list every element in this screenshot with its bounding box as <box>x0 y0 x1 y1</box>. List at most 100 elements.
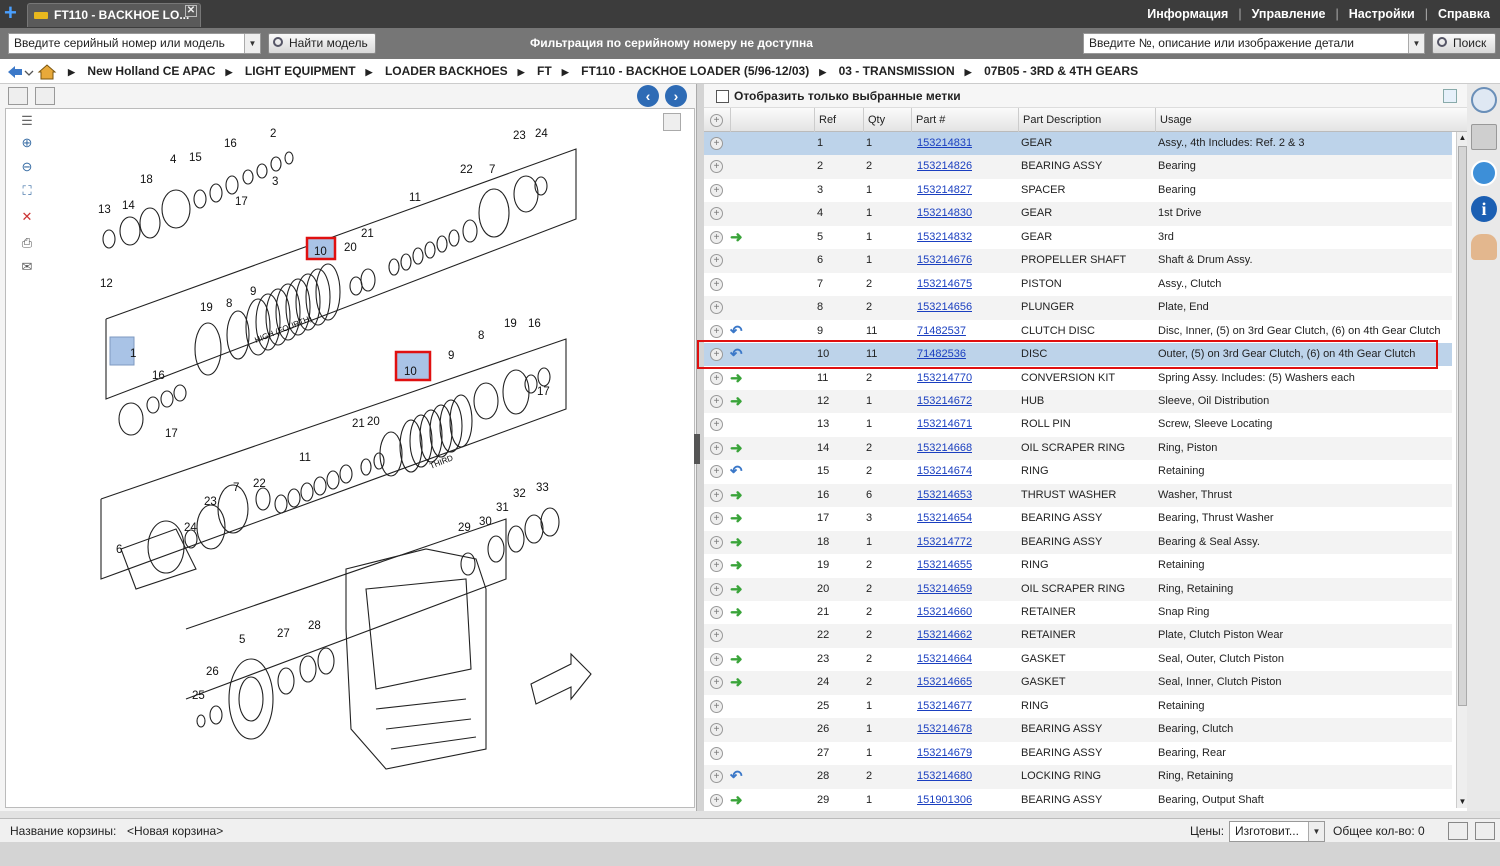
add-to-cart-icon[interactable]: + <box>710 301 723 315</box>
close-icon[interactable]: ✕ <box>185 5 197 17</box>
part-number-link[interactable]: 153214827 <box>917 179 972 202</box>
table-row[interactable]: +7 2 153214675 PISTON Assy., Clutch <box>704 273 1452 296</box>
part-number-link[interactable]: 153214665 <box>917 671 972 694</box>
part-number-link[interactable]: 71482536 <box>917 343 966 366</box>
part-number-link[interactable]: 153214678 <box>917 718 972 741</box>
part-number-link[interactable]: 153214677 <box>917 695 972 718</box>
document-icon[interactable] <box>1471 124 1497 150</box>
part-number-link[interactable]: 153214659 <box>917 578 972 601</box>
search-button[interactable]: Поиск <box>1432 33 1496 54</box>
magnify-icon[interactable] <box>1471 87 1497 113</box>
next-diagram-button[interactable]: › <box>665 85 687 107</box>
add-to-cart-icon[interactable]: + <box>710 207 723 221</box>
table-row[interactable]: +1 1 153214831 GEAR Assy., 4th Includes: Ref… <box>704 132 1452 156</box>
description-column-header[interactable]: Part Description <box>1018 108 1155 132</box>
table-row[interactable]: + ➜ 17 3 153214654 BEARING ASSY Bearing, Thrus… <box>704 507 1452 530</box>
collapse-left-button[interactable] <box>8 87 28 105</box>
add-to-cart-icon[interactable]: + <box>710 137 723 150</box>
expand-right-button[interactable] <box>35 87 55 105</box>
add-to-cart-icon[interactable]: + <box>710 629 723 643</box>
part-number-link[interactable]: 153214826 <box>917 155 972 178</box>
menu-manage[interactable]: Управление <box>1252 7 1326 21</box>
part-number-link[interactable]: 153214831 <box>917 132 972 155</box>
part-column-header[interactable]: Part # <box>911 108 1018 132</box>
chevron-down-icon[interactable]: ▼ <box>244 34 260 53</box>
table-row[interactable]: +25 1 153214677 RING Retaining <box>704 695 1452 718</box>
part-number-link[interactable]: 153214662 <box>917 624 972 647</box>
table-row[interactable]: +27 1 153214679 BEARING ASSY Bearing, Rear <box>704 742 1452 765</box>
diagram-canvas[interactable]: ☰ ⊕ ⊖ ⛶ ✕ ⎙ ✉ HIGH (FOURTH) THIRD 1 2 3 … <box>5 108 695 808</box>
table-row[interactable]: +2 2 153214826 BEARING ASSY Bearing <box>704 155 1452 179</box>
table-row[interactable]: + ↶ 15 2 153214674 RING Retaining <box>704 460 1452 483</box>
table-row[interactable]: + ➜ 18 1 153214772 BEARING ASSY Bearing & Seal… <box>704 530 1452 555</box>
table-row[interactable]: + ➜ 14 2 153214668 OIL SCRAPER RING Ring, Pist… <box>704 436 1452 461</box>
part-number-link[interactable]: 153214653 <box>917 484 972 507</box>
add-to-cart-icon[interactable]: + <box>710 418 723 432</box>
add-to-cart-icon[interactable]: + <box>710 582 723 596</box>
table-row[interactable]: +4 1 153214830 GEAR 1st Drive <box>704 202 1452 226</box>
prev-diagram-button[interactable]: ‹ <box>637 85 659 107</box>
add-to-cart-icon[interactable]: + <box>710 535 723 549</box>
add-to-cart-icon[interactable]: + <box>710 254 723 268</box>
breadcrumb-item[interactable]: ▶ New Holland CE APAC <box>68 59 215 85</box>
fit-icon[interactable]: ⛶ <box>16 183 38 201</box>
table-row[interactable]: + ➜ 12 1 153214672 HUB Sleeve, Oil Distributio… <box>704 389 1452 414</box>
breadcrumb-item[interactable]: ▶ FT <box>518 59 552 85</box>
table-row[interactable]: + ➜ 21 2 153214660 RETAINER Snap Ring <box>704 601 1452 624</box>
info-icon[interactable]: i <box>1471 196 1497 222</box>
part-number-link[interactable]: 153214772 <box>917 531 972 554</box>
add-to-cart-icon[interactable]: + <box>710 652 723 666</box>
cart-view-button[interactable] <box>1448 822 1468 840</box>
add-to-cart-icon[interactable]: + <box>710 394 723 408</box>
add-to-cart-icon[interactable]: + <box>710 371 723 385</box>
add-to-cart-icon[interactable]: + <box>710 723 723 737</box>
add-all-column[interactable]: + <box>704 108 730 132</box>
table-row[interactable]: +3 1 153214827 SPACER Bearing <box>704 179 1452 202</box>
zoom-out-icon[interactable]: ⊖ <box>16 159 38 177</box>
chevron-down-icon[interactable]: ▼ <box>1408 34 1424 53</box>
breadcrumb-item[interactable]: ▶ LIGHT EQUIPMENT <box>225 59 355 85</box>
part-number-link[interactable]: 153214679 <box>917 742 972 765</box>
add-to-cart-icon[interactable]: + <box>710 465 723 479</box>
email-icon[interactable]: ✉ <box>16 259 38 277</box>
part-number-link[interactable]: 153214654 <box>917 507 972 530</box>
add-to-cart-icon[interactable]: + <box>710 160 723 174</box>
horizontal-splitter[interactable] <box>0 811 1500 818</box>
print-icon[interactable]: ⎙ <box>16 235 38 253</box>
part-number-link[interactable]: 153214672 <box>917 390 972 413</box>
part-number-link[interactable]: 153214671 <box>917 413 972 436</box>
table-row[interactable]: +13 1 153214671 ROLL PIN Screw, Sleeve Locat… <box>704 413 1452 436</box>
part-number-link[interactable]: 153214830 <box>917 202 972 225</box>
menu-help[interactable]: Справка <box>1438 7 1490 21</box>
add-to-cart-icon[interactable]: + <box>710 512 723 526</box>
menu-settings[interactable]: Настройки <box>1349 7 1415 21</box>
table-row[interactable]: + ➜ 11 2 153214770 CONVERSION KIT Spring Assy.… <box>704 367 1452 390</box>
chevron-down-icon[interactable]: ▼ <box>1308 822 1324 841</box>
part-number-link[interactable]: 153214664 <box>917 648 972 671</box>
part-number-link[interactable]: 153214680 <box>917 765 972 788</box>
serial-input[interactable]: Введите серийный номер или модель ▼ <box>8 33 261 54</box>
scrollbar-thumb[interactable] <box>1458 146 1467 706</box>
table-row[interactable]: + ↶ 10 11 71482536 DISC Outer, (5) on 3rd Gear… <box>704 343 1452 367</box>
table-row[interactable]: + ➜ 5 1 153214832 GEAR 3rd <box>704 226 1452 249</box>
add-to-cart-icon[interactable]: + <box>710 793 723 807</box>
table-row[interactable]: + ↶ 9 11 71482537 CLUTCH DISC Disc, Inner, (5)… <box>704 320 1452 343</box>
add-to-cart-icon[interactable]: + <box>710 746 723 760</box>
show-selected-checkbox[interactable] <box>716 90 729 103</box>
find-model-button[interactable]: Найти модель <box>268 33 376 54</box>
breadcrumb-item[interactable]: ▶ LOADER BACKHOES <box>366 59 508 85</box>
ref-column-header[interactable]: Ref <box>814 108 863 132</box>
menu-icon[interactable]: ☰ <box>16 113 38 131</box>
add-to-cart-icon[interactable]: + <box>710 606 723 619</box>
part-number-link[interactable]: 151901306 <box>917 789 972 808</box>
menu-info[interactable]: Информация <box>1147 7 1228 21</box>
table-row[interactable]: + ➜ 19 2 153214655 RING Retaining <box>704 554 1452 577</box>
part-number-link[interactable]: 153214668 <box>917 437 972 460</box>
pane-splitter-handle[interactable] <box>694 434 700 464</box>
back-home-nav[interactable] <box>6 64 64 80</box>
table-row[interactable]: + ➜ 16 6 153214653 THRUST WASHER Washer, Thrus… <box>704 483 1452 508</box>
table-row[interactable]: +6 1 153214676 PROPELLER SHAFT Shaft & Drum … <box>704 249 1452 273</box>
new-tab-button[interactable]: + <box>4 2 24 24</box>
part-number-link[interactable]: 153214675 <box>917 273 972 296</box>
part-search-input[interactable]: Введите №, описание или изображение дета… <box>1083 33 1425 54</box>
